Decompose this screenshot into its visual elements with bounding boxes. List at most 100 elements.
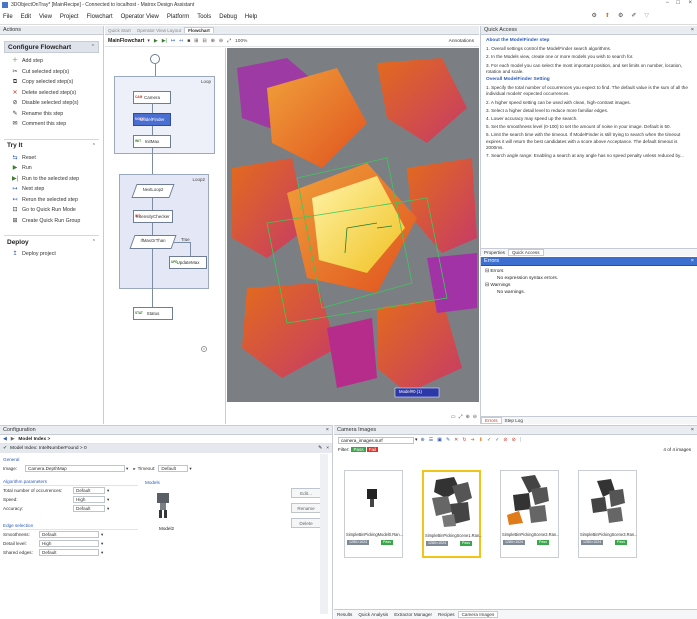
tab-properties[interactable]: Properties — [481, 250, 508, 255]
dropdown-icon[interactable]: ▾ — [107, 504, 109, 513]
deploy-group[interactable]: Deploy ⌃ — [4, 235, 99, 246]
rename-model-button[interactable]: Rename — [291, 503, 321, 513]
tab-flowchart[interactable]: Flowchart — [184, 27, 214, 33]
menu-tools[interactable]: Tools — [197, 14, 211, 20]
zoom-fit-icon[interactable]: ⤢ — [459, 414, 463, 420]
action-quick-run-mode[interactable]: ⊡ Go to Quick Run Mode — [12, 205, 103, 216]
dropdown-icon[interactable]: ▾ — [415, 437, 418, 443]
save-icon[interactable]: ▣ — [437, 437, 442, 443]
dropdown-icon[interactable]: ▾ — [101, 539, 103, 548]
breadcrumb-label[interactable]: Model Index > — [18, 437, 50, 442]
thumbnail-item[interactable]: SimpleBinPickingScene2.Ran... 1280×1024 … — [500, 470, 559, 558]
model-thumbnail[interactable] — [149, 490, 177, 522]
configure-flowchart-group[interactable]: Configure Flowchart ⌃ — [4, 41, 99, 53]
thumbnail-item[interactable]: SimpleBinPickingModel0.Ran... 1280×1024 … — [344, 470, 403, 558]
menu-help[interactable]: Help — [245, 14, 257, 20]
action-comment-step[interactable]: ✉ Comment this step — [12, 119, 103, 130]
zoom-out-icon[interactable]: ⊖ — [473, 414, 477, 420]
accuracy-select[interactable]: Default — [73, 505, 105, 512]
close-icon[interactable]: × — [326, 426, 329, 435]
pin-icon[interactable]: ✐ — [631, 12, 636, 19]
grid-icon[interactable]: ⊞ — [194, 38, 198, 44]
refresh-icon[interactable]: ↻ — [462, 437, 466, 443]
zoom-level[interactable]: 100% — [235, 39, 247, 44]
tab-quick-access[interactable]: Quick Access — [507, 249, 544, 256]
clear-icon[interactable]: ⊘ — [512, 437, 516, 443]
dropdown-icon[interactable]: ▾ — [107, 495, 109, 504]
tab-quick-start[interactable]: Quick Start — [105, 28, 134, 33]
status-step[interactable]: STAT Status — [133, 307, 173, 320]
detail-level-select[interactable]: High — [39, 540, 99, 547]
minimize-button[interactable]: − — [665, 0, 669, 6]
end-node[interactable]: × — [201, 346, 207, 352]
menu-platform[interactable]: Platform — [167, 14, 189, 20]
image-set-select[interactable]: camera_images.surf — [338, 436, 414, 444]
action-delete-step[interactable]: ✕ Delete selected step(s) — [12, 88, 103, 99]
zoom-out-icon[interactable]: ⊖ — [219, 38, 223, 44]
step-icon[interactable]: ↦ — [171, 38, 175, 44]
errors-node[interactable]: ⊟ Errors — [485, 268, 693, 275]
add-folder-icon[interactable]: ⊕ — [421, 437, 425, 443]
zoom-in-icon[interactable]: ⊕ — [211, 38, 215, 44]
action-deploy-project[interactable]: ↥ Deploy project — [12, 249, 103, 260]
annotations-toggle[interactable]: Annotations — [449, 39, 474, 44]
collapse-icon[interactable]: ⌃ — [92, 143, 96, 149]
menu-debug[interactable]: Debug — [219, 14, 237, 20]
fit-icon[interactable]: ⤢ — [227, 38, 231, 44]
upload-icon[interactable]: ⬆ — [605, 12, 610, 19]
action-next-step[interactable]: ↦ Next step — [12, 184, 103, 195]
tab-camera-images[interactable]: Camera Images — [457, 611, 499, 618]
expression-icon[interactable]: ▸ — [133, 464, 135, 473]
import-icon[interactable]: ➜ — [471, 437, 475, 443]
ruler-icon[interactable]: | — [520, 437, 521, 443]
depth-map-image[interactable] — [227, 48, 479, 402]
tab-step-log[interactable]: Step Log — [502, 418, 526, 423]
menu-flowchart[interactable]: Flowchart — [87, 14, 113, 20]
camera-step[interactable]: CAM Camera — [133, 91, 171, 104]
action-add-step[interactable]: ＋ Add step — [12, 56, 103, 67]
close-icon[interactable]: × — [691, 257, 694, 266]
fail-filter-icon[interactable]: ⊘ — [503, 437, 507, 443]
dropdown-icon[interactable]: ▾ — [126, 464, 128, 473]
collapse-icon[interactable]: ⌃ — [92, 239, 96, 245]
menu-file[interactable]: File — [3, 14, 13, 20]
smoothness-select[interactable]: Default — [39, 531, 99, 538]
menu-view[interactable]: View — [39, 14, 52, 20]
close-icon[interactable]: × — [326, 446, 329, 451]
dropdown-icon[interactable]: ▾ — [101, 548, 103, 557]
flowchart-canvas[interactable]: Loop CAM Camera MODEL ModelFinder INIT Init… — [105, 48, 226, 424]
action-copy-step[interactable]: ⧉ Copy selected step(s) — [12, 77, 103, 88]
maximize-button[interactable]: □ — [676, 0, 680, 6]
action-disable-step[interactable]: ⊘ Disable selected step(s) — [12, 98, 103, 109]
action-quick-run-group[interactable]: ⊞ Create Quick Run Group — [12, 216, 103, 227]
speed-select[interactable]: High — [73, 496, 105, 503]
occurrences-select[interactable]: Default — [73, 487, 105, 494]
delete-model-button[interactable]: Delete — [291, 518, 321, 528]
forward-icon[interactable]: ▶ — [11, 437, 15, 442]
tab-errors[interactable]: Errors — [481, 417, 502, 424]
export-icon[interactable]: ⬇ — [479, 437, 483, 443]
start-node[interactable] — [150, 54, 160, 64]
close-button[interactable]: × — [688, 0, 692, 6]
action-rename-step[interactable]: ✎ Rename this step — [12, 109, 103, 120]
close-icon[interactable]: × — [691, 426, 694, 435]
accept-icon[interactable]: ✓ — [487, 437, 491, 443]
connect-icon[interactable]: ⚙ — [618, 12, 623, 19]
zoom-bar-icon[interactable]: ▭ — [451, 414, 456, 420]
layout-icon[interactable]: ⊟ — [203, 38, 207, 44]
edit-model-button[interactable]: Edit... — [291, 488, 321, 498]
filter-icon[interactable]: ▽ — [644, 12, 649, 19]
thumbnail-item-selected[interactable]: SimpleBinPickingScene1.Ran... 1280×1024 … — [422, 470, 482, 558]
modelfinder-step[interactable]: MODEL ModelFinder — [133, 113, 171, 126]
tab-recipes[interactable]: Recipes — [435, 612, 458, 617]
filter-pass-toggle[interactable]: Pass — [351, 447, 366, 452]
dropdown-icon[interactable]: ▾ — [107, 486, 109, 495]
back-icon[interactable]: ◀ — [3, 437, 7, 442]
tab-quick-analysis[interactable]: Quick Analysis — [355, 612, 391, 617]
shared-edges-select[interactable]: Default — [39, 549, 99, 556]
pass-filter-icon[interactable]: ✓ — [495, 437, 499, 443]
thumbnail-item[interactable]: SimpleBinPickingScene3.Ran... 1280×1024 … — [578, 470, 637, 558]
action-reset[interactable]: ⇆ Reset — [12, 153, 103, 164]
initmax-step[interactable]: INIT InitMax — [133, 135, 171, 148]
flowchart-selector[interactable]: MainFlowchart — [108, 38, 144, 44]
